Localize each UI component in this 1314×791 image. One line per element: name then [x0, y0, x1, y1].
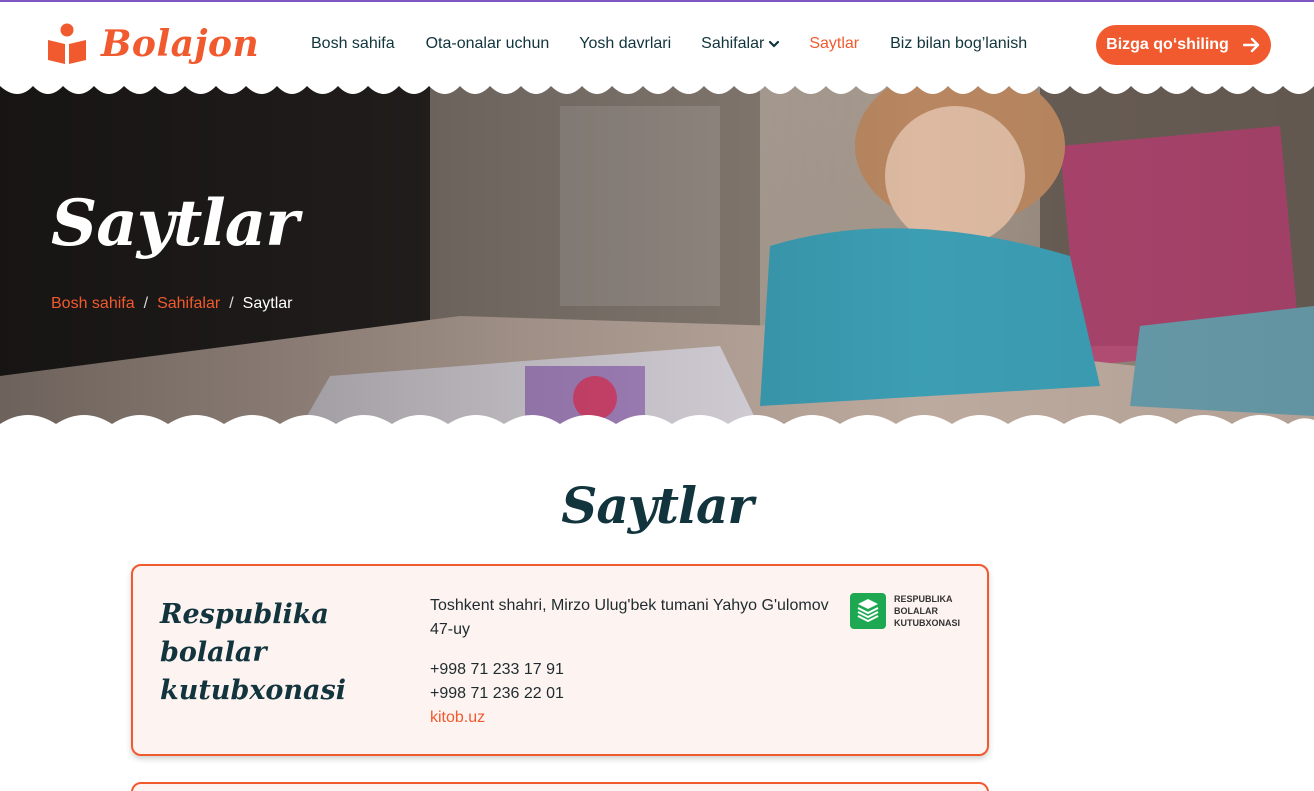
breadcrumb-separator: /	[229, 295, 234, 312]
library-logo-line: BOLALAR	[894, 606, 938, 616]
breadcrumb: Bosh sahifa / Sahifalar / Saytlar	[51, 295, 292, 313]
library-logo-line: KUTUBXONASI	[894, 618, 961, 628]
site-card-website-link[interactable]: kitob.uz	[430, 706, 840, 730]
page-title: Saytlar	[51, 186, 299, 261]
logo-text: Bolajon	[101, 23, 260, 65]
book-reader-logo-icon	[48, 23, 86, 64]
site-card-address: Toshkent shahri, Mirzo Ulug'bek tumani Y…	[430, 597, 829, 638]
arrow-right-icon	[1242, 37, 1260, 53]
join-us-button[interactable]: Bizga qo‘shiling	[1096, 25, 1271, 65]
nav-item-pages[interactable]: Sahifalar	[701, 35, 780, 53]
chevron-down-icon	[769, 40, 780, 48]
library-logo-icon	[850, 593, 886, 629]
site-card-phone: +998 71 236 22 01	[430, 685, 564, 702]
site-card-details: Toshkent shahri, Mirzo Ulug'bek tumani Y…	[430, 594, 840, 730]
nav-item-sites[interactable]: Saytlar	[809, 35, 859, 53]
nav-item-parents[interactable]: Ota-onalar uchun	[426, 35, 550, 53]
site-card-name: Respublika bolalar kutubxonasi	[160, 599, 347, 706]
nav-item-pages-label: Sahifalar	[701, 35, 765, 52]
breadcrumb-home[interactable]: Bosh sahifa	[51, 295, 135, 313]
hero-bottom-scallop-edge	[0, 415, 1314, 430]
join-us-button-label: Bizga qo‘shiling	[1106, 36, 1229, 53]
library-logo-text: RESPUBLIKA BOLALAR KUTUBXONASI	[894, 593, 960, 629]
site-logo[interactable]: Bolajon	[45, 22, 259, 66]
site-header: Bolajon Bosh sahifa Ota-onalar uchun Yos…	[0, 2, 1314, 86]
site-card: Respublika bolalar kutubxonasi Toshkent …	[131, 564, 989, 756]
library-logo-line: RESPUBLIKA	[894, 594, 953, 604]
main-navigation: Bosh sahifa Ota-onalar uchun Yosh davrla…	[311, 35, 1027, 53]
site-card-next	[131, 782, 989, 791]
nav-item-home[interactable]: Bosh sahifa	[311, 35, 395, 53]
nav-item-age-periods[interactable]: Yosh davrlari	[579, 35, 671, 53]
library-logo: RESPUBLIKA BOLALAR KUTUBXONASI	[850, 593, 960, 629]
breadcrumb-current: Saytlar	[242, 295, 293, 312]
breadcrumb-pages[interactable]: Sahifalar	[157, 295, 220, 313]
site-card-phone: +998 71 233 17 91	[430, 661, 564, 678]
nav-item-contact[interactable]: Biz bilan bog’lanish	[890, 35, 1027, 53]
section-title: Saytlar	[561, 476, 753, 535]
breadcrumb-separator: /	[143, 295, 149, 312]
